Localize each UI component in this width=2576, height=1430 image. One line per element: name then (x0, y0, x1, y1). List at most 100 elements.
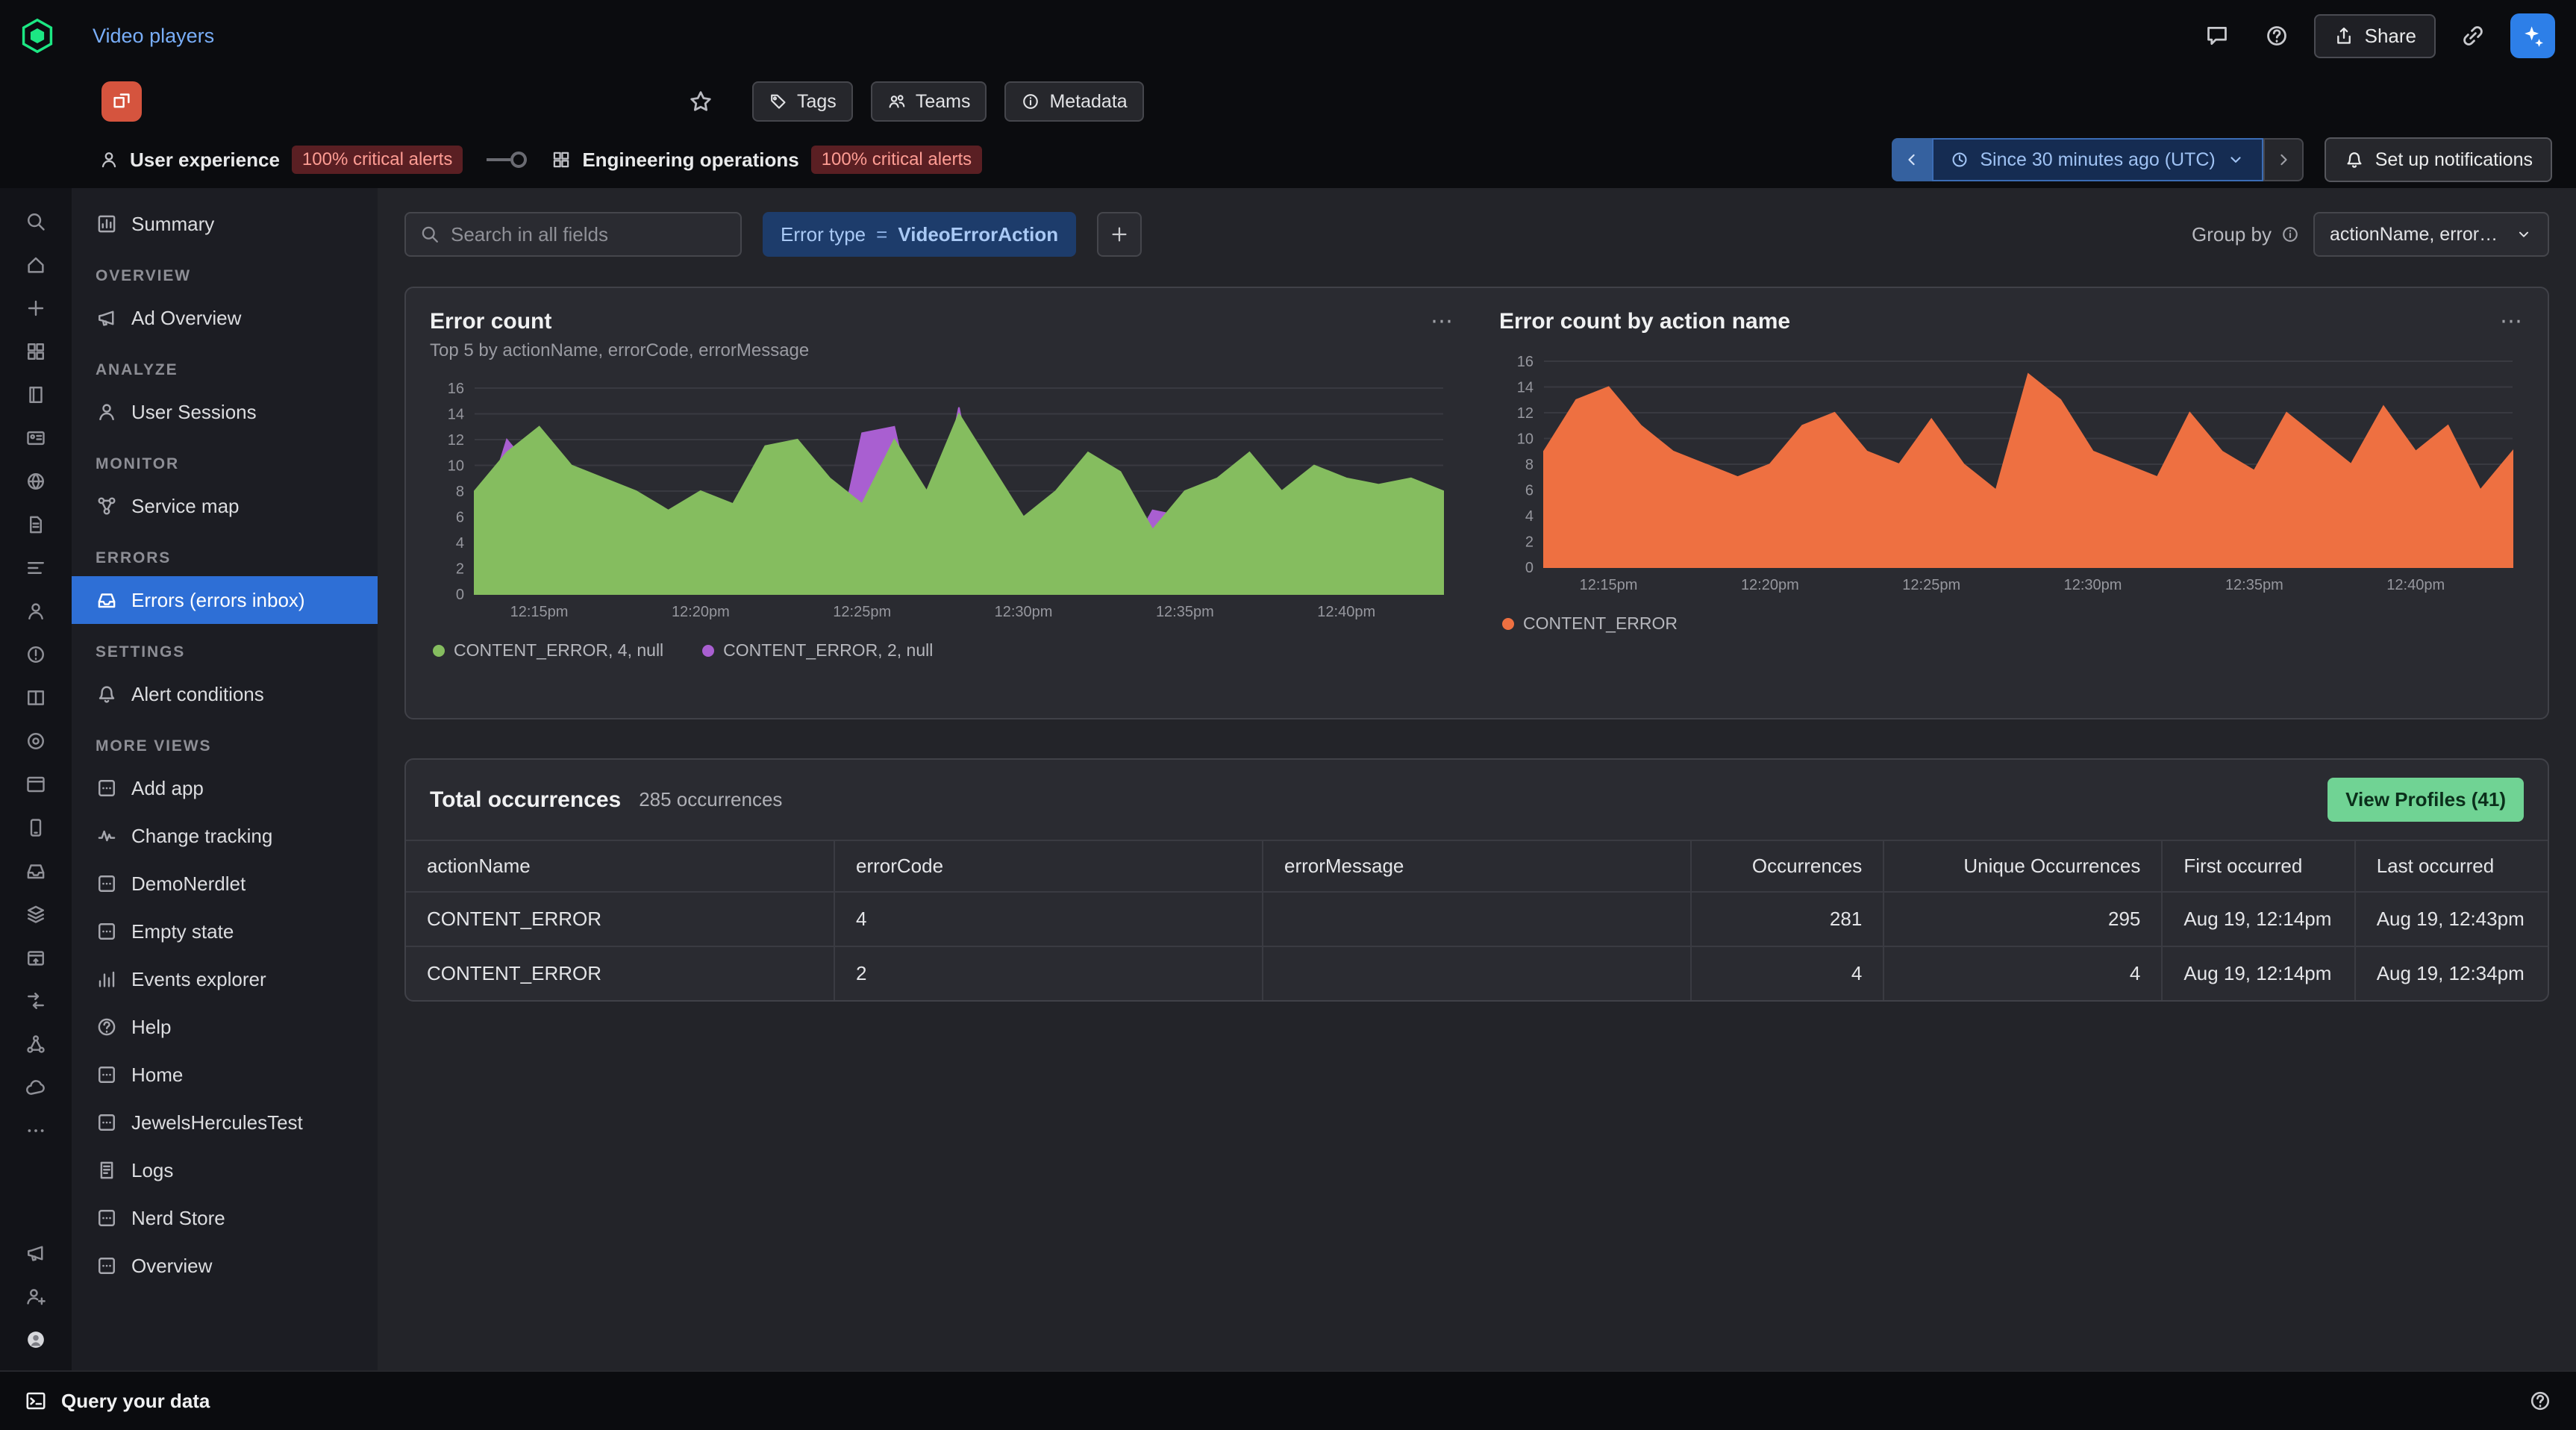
svg-text:12:40pm: 12:40pm (2386, 577, 2445, 593)
search-input[interactable] (451, 223, 727, 246)
column-header[interactable]: errorMessage (1263, 840, 1691, 892)
filter-bar: Error type = VideoErrorAction Group by a… (404, 212, 2549, 257)
setup-notifications-button[interactable]: Set up notifications (2325, 137, 2552, 182)
rail-alert-circle-button[interactable] (10, 633, 61, 676)
sidebar-item-ad-overview[interactable]: Ad Overview (72, 294, 378, 342)
time-back-button[interactable] (1892, 138, 1932, 181)
svg-text:6: 6 (1525, 483, 1534, 499)
rail-workflows-button[interactable] (10, 979, 61, 1022)
footer-help-button[interactable] (2528, 1389, 2552, 1413)
sidebar-item-home[interactable]: Home (72, 1051, 378, 1099)
rail-layers-button[interactable] (10, 893, 61, 936)
metadata-button[interactable]: Metadata (1004, 81, 1143, 122)
teams-button[interactable]: Teams (871, 81, 987, 122)
legend-item[interactable]: CONTENT_ERROR, 4, null (433, 640, 663, 661)
rail-target-button[interactable] (10, 719, 61, 763)
workload-icon[interactable] (101, 81, 142, 122)
more-icon (25, 1120, 47, 1142)
rail-id-card-button[interactable] (10, 416, 61, 460)
newrelic-logo[interactable] (18, 16, 57, 55)
rail-search-button[interactable] (10, 200, 61, 243)
table-cell: 4 (1691, 946, 1883, 1000)
sidebar-item-summary[interactable]: Summary (72, 200, 378, 248)
rail-home-button[interactable] (10, 243, 61, 287)
add-filter-button[interactable] (1097, 212, 1142, 257)
time-forward-button[interactable] (2263, 138, 2304, 181)
rail-columns-button[interactable] (10, 676, 61, 719)
view-profiles-button[interactable]: View Profiles (41) (2328, 778, 2524, 822)
column-header[interactable]: Unique Occurrences (1883, 840, 2162, 892)
sidebar-item-demonerdlet[interactable]: DemoNerdlet (72, 860, 378, 908)
rail-cloud-button[interactable] (10, 1066, 61, 1109)
sidebar-item-change-tracking[interactable]: Change tracking (72, 812, 378, 860)
rail-org-button[interactable] (10, 1022, 61, 1066)
search-box (404, 212, 742, 257)
search-icon (25, 210, 47, 233)
favorite-star-button[interactable] (688, 89, 713, 114)
rail-metrics-button[interactable] (10, 546, 61, 590)
column-header[interactable]: First occurred (2162, 840, 2354, 892)
rail-mobile-button[interactable] (10, 806, 61, 849)
rail-inbox-button[interactable] (10, 849, 61, 893)
svg-text:8: 8 (456, 484, 464, 500)
sidebar-item-jewelsherculestest[interactable]: JewelsHerculesTest (72, 1099, 378, 1146)
share-button[interactable]: Share (2314, 14, 2436, 58)
filter-chip-error-type[interactable]: Error type = VideoErrorAction (763, 212, 1076, 257)
rail-docs-button[interactable] (10, 373, 61, 416)
copy-link-button[interactable] (2451, 13, 2495, 58)
help-icon (2264, 23, 2289, 49)
help-button[interactable] (2254, 13, 2299, 58)
ai-assistant-button[interactable] (2510, 13, 2555, 58)
sidebar-item-user-sessions[interactable]: User Sessions (72, 388, 378, 436)
legend-item[interactable]: CONTENT_ERROR (1502, 613, 1678, 634)
sidebar-item-nerd-store[interactable]: Nerd Store (72, 1194, 378, 1242)
table-header-row: actionNameerrorCodeerrorMessageOccurrenc… (406, 840, 2548, 892)
rail-deploy-button[interactable] (10, 936, 61, 979)
legend-item[interactable]: CONTENT_ERROR, 2, null (702, 640, 933, 661)
rail-document-button[interactable] (10, 503, 61, 546)
sidebar-item-logs[interactable]: Logs (72, 1146, 378, 1194)
sidebar-item-errors-errors-inbox[interactable]: Errors (errors inbox) (72, 576, 378, 624)
column-header[interactable]: actionName (406, 840, 834, 892)
chart-menu-button[interactable]: ⋯ (1431, 310, 1454, 333)
rail-browser-button[interactable] (10, 763, 61, 806)
table-row[interactable]: CONTENT_ERROR244Aug 19, 12:14pmAug 19, 1… (406, 946, 2548, 1000)
query-your-data-button[interactable]: Query your data (24, 1389, 210, 1413)
rail-announce-button[interactable] (10, 1231, 61, 1275)
group-by-select[interactable]: actionName, errorCo… (2313, 212, 2549, 257)
chart-menu-button[interactable]: ⋯ (2500, 310, 2524, 333)
rail-globe-button[interactable] (10, 460, 61, 503)
sidebar-item-alert-conditions[interactable]: Alert conditions (72, 670, 378, 718)
sidebar-item-empty-state[interactable]: Empty state (72, 908, 378, 955)
group-by-label: Group by (2192, 223, 2300, 246)
svg-text:12:30pm: 12:30pm (995, 604, 1053, 620)
sidebar-item-overview[interactable]: Overview (72, 1242, 378, 1290)
rail-avatar-button[interactable] (10, 1318, 61, 1361)
time-range-button[interactable]: Since 30 minutes ago (UTC) (1932, 138, 2263, 181)
rail-more-button[interactable] (10, 1109, 61, 1152)
sidebar-section: MORE VIEWS (72, 718, 378, 764)
column-header[interactable]: errorCode (834, 840, 1263, 892)
announce-icon (25, 1242, 47, 1264)
feedback-button[interactable] (2195, 13, 2239, 58)
rail-add-button[interactable] (10, 287, 61, 330)
sidebar-section: OVERVIEW (72, 248, 378, 294)
column-header[interactable]: Last occurred (2355, 840, 2548, 892)
table-row[interactable]: CONTENT_ERROR4281295Aug 19, 12:14pmAug 1… (406, 892, 2548, 946)
sidebar-item-service-map[interactable]: Service map (72, 482, 378, 530)
sidebar-item-help[interactable]: Help (72, 1003, 378, 1051)
svg-text:2: 2 (1525, 534, 1534, 551)
sidebar-item-add-app[interactable]: Add app (72, 764, 378, 812)
breadcrumb-video-players[interactable]: Video players (93, 25, 214, 48)
tags-button[interactable]: Tags (752, 81, 853, 122)
column-header[interactable]: Occurrences (1691, 840, 1883, 892)
rail-user-add-button[interactable] (10, 1275, 61, 1318)
table-title: Total occurrences (430, 787, 621, 813)
rail-user-button[interactable] (10, 590, 61, 633)
scope-engineering-operations[interactable]: Engineering operations (551, 149, 798, 172)
sidebar-item-events-explorer[interactable]: Events explorer (72, 955, 378, 1003)
workload-bar: Tags Teams Metadata (0, 72, 2576, 131)
rail-apps-button[interactable] (10, 330, 61, 373)
svg-text:4: 4 (456, 535, 464, 552)
scope-user-experience[interactable]: User experience (99, 149, 280, 172)
